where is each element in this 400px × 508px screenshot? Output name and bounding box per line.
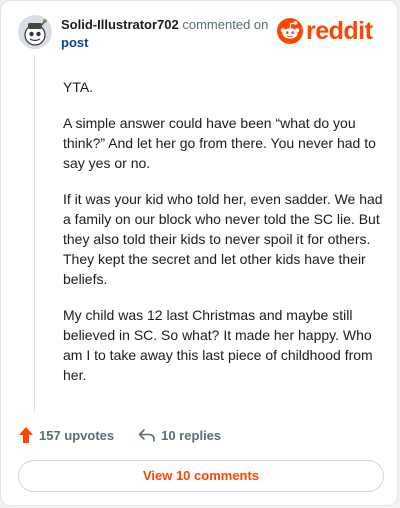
comment-body: YTA. A simple answer could have been “wh…	[63, 77, 385, 401]
replies-count: 10 replies	[161, 427, 222, 443]
reddit-snoo-icon	[277, 18, 303, 44]
reddit-wordmark: reddit	[306, 17, 373, 45]
username-link[interactable]: Solid-Illustrator702	[61, 17, 179, 32]
upvote-button[interactable]: 157 upvotes	[18, 426, 114, 444]
replies-button[interactable]: 10 replies	[114, 428, 221, 443]
post-link[interactable]: post	[61, 35, 88, 50]
commented-on-text: commented on	[182, 17, 269, 32]
upvote-count: 157 upvotes	[39, 427, 115, 443]
comment-paragraph: My child was 12 last Christmas and maybe…	[63, 307, 373, 383]
comment-header: Solid-Illustrator702 commented on	[61, 17, 268, 32]
user-avatar[interactable]	[18, 15, 52, 49]
comment-actions: 157 upvotes 10 replies	[18, 426, 221, 444]
comment-card: Solid-Illustrator702 commented on post r…	[0, 0, 398, 506]
upvote-arrow-icon	[19, 427, 33, 443]
comment-paragraph: If it was your kid who told her, even sa…	[63, 191, 383, 287]
reply-arrow-icon	[138, 429, 155, 442]
reddit-logo[interactable]: reddit	[277, 17, 373, 45]
thread-line[interactable]	[34, 55, 35, 413]
comment-paragraph: YTA.	[63, 79, 94, 95]
comment-paragraph: A simple answer could have been “what do…	[63, 115, 376, 171]
view-comments-button[interactable]: View 10 comments	[18, 460, 384, 492]
